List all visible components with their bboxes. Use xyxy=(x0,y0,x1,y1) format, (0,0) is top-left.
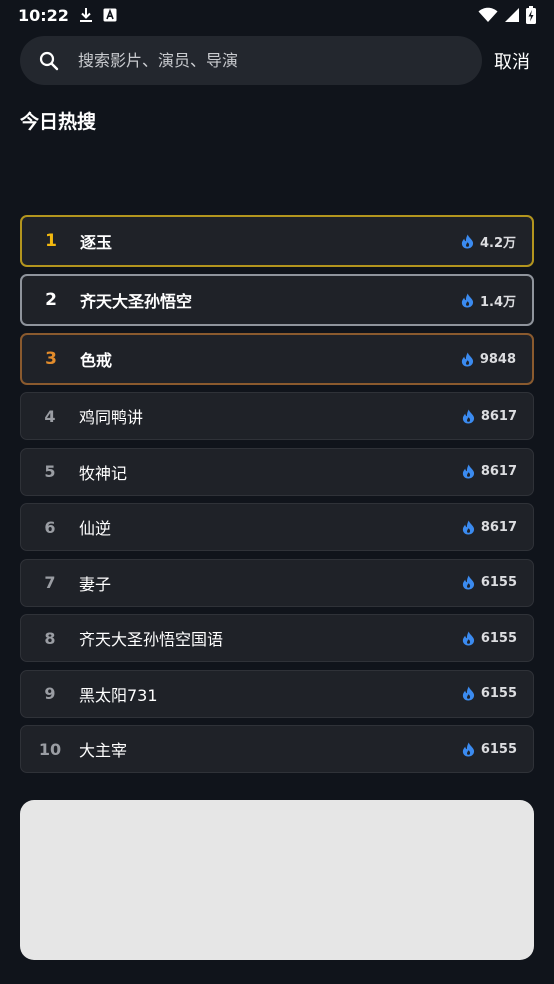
status-bar: 10:22 xyxy=(0,0,554,30)
search-icon xyxy=(38,50,60,72)
heat-value: 8617 xyxy=(480,408,517,424)
heat-value: 1.4万 xyxy=(479,294,516,310)
flame-icon xyxy=(462,742,475,757)
heat-indicator: 8617 xyxy=(462,520,517,535)
item-title: 鸡同鸭讲 xyxy=(79,408,144,427)
status-left: 10:22 xyxy=(18,6,117,25)
battery-charging-icon xyxy=(526,6,536,24)
item-title: 黑太阳731 xyxy=(79,685,158,705)
flame-icon xyxy=(461,234,474,249)
rank-number: 5 xyxy=(44,462,56,481)
a-notification-icon xyxy=(103,8,117,22)
flame-icon xyxy=(462,409,475,424)
item-title: 仙逆 xyxy=(79,519,112,538)
download-icon xyxy=(79,7,93,23)
rank-number: 9 xyxy=(44,684,56,703)
item-title: 逐玉 xyxy=(80,233,113,252)
heat-value: 6155 xyxy=(480,630,517,646)
rank-number: 1 xyxy=(45,231,57,251)
rank-number: 2 xyxy=(45,290,57,310)
heat-value: 8617 xyxy=(480,519,517,535)
heat-value: 6155 xyxy=(480,686,517,701)
rank-number: 8 xyxy=(44,628,56,648)
hot-search-item[interactable]: 2 齐天大圣孙悟空 1.4万 xyxy=(20,274,534,326)
heat-value: 6155 xyxy=(480,575,517,590)
item-title: 妻子 xyxy=(79,574,112,594)
rank-number: 7 xyxy=(44,573,56,592)
item-title: 齐天大圣孙悟空 xyxy=(80,292,193,311)
hot-search-item[interactable]: 4 鸡同鸭讲 8617 xyxy=(20,392,534,440)
heat-indicator: 6155 xyxy=(462,742,517,757)
search-box[interactable] xyxy=(20,36,482,85)
wifi-icon xyxy=(478,7,498,23)
hot-search-item[interactable]: 3 色戒 9848 xyxy=(20,333,534,385)
flame-icon xyxy=(462,575,475,590)
rank-number: 6 xyxy=(44,517,56,537)
section-title: 今日热搜 xyxy=(20,111,97,133)
heat-value: 9848 xyxy=(479,351,516,367)
signal-icon xyxy=(504,7,520,23)
hot-search-item[interactable]: 8 齐天大圣孙悟空国语 6155 xyxy=(20,614,534,662)
rank-number: 4 xyxy=(44,406,56,426)
banner-placeholder[interactable] xyxy=(20,800,534,960)
hot-search-item[interactable]: 7 妻子 6155 xyxy=(20,558,534,607)
cancel-button[interactable]: 取消 xyxy=(494,46,540,76)
heat-indicator: 9848 xyxy=(461,352,516,367)
item-title: 牧神记 xyxy=(79,463,128,483)
flame-icon xyxy=(462,631,475,646)
item-title: 色戒 xyxy=(80,351,113,370)
heat-value: 6155 xyxy=(480,741,517,757)
heat-indicator: 8617 xyxy=(462,409,517,424)
status-right xyxy=(478,6,536,24)
heat-indicator: 4.2万 xyxy=(461,232,516,251)
hot-search-item[interactable]: 1 逐玉 4.2万 xyxy=(20,215,534,267)
heat-indicator: 8617 xyxy=(462,464,517,479)
status-time: 10:22 xyxy=(18,5,69,25)
hot-search-item[interactable]: 9 黑太阳731 6155 xyxy=(20,669,534,718)
item-title: 大主宰 xyxy=(79,741,128,760)
flame-icon xyxy=(461,293,474,308)
flame-icon xyxy=(462,520,475,535)
hot-search-item[interactable]: 10 大主宰 6155 xyxy=(20,725,534,773)
item-title: 齐天大圣孙悟空国语 xyxy=(79,630,224,649)
heat-indicator: 1.4万 xyxy=(461,291,516,310)
heat-value: 4.2万 xyxy=(479,235,516,251)
flame-icon xyxy=(462,464,475,479)
hot-search-list: 1 逐玉 4.2万 2 齐天大圣孙悟空 1.4万 3 色戒 9848 4 鸡同鸭讲 8617 5 牧神记 8… xyxy=(20,215,534,781)
flame-icon xyxy=(462,686,475,701)
rank-number: 10 xyxy=(38,739,62,759)
heat-value: 8617 xyxy=(480,464,517,479)
hot-search-item[interactable]: 6 仙逆 8617 xyxy=(20,503,534,551)
hot-search-item[interactable]: 5 牧神记 8617 xyxy=(20,447,534,496)
heat-indicator: 6155 xyxy=(462,575,517,590)
search-input[interactable] xyxy=(78,36,482,85)
rank-number: 3 xyxy=(45,349,57,369)
heat-indicator: 6155 xyxy=(462,686,517,701)
search-page: 10:22 取消 今日热搜 1 逐玉 4.2万 xyxy=(0,0,554,984)
heat-indicator: 6155 xyxy=(462,631,517,646)
flame-icon xyxy=(461,352,474,367)
